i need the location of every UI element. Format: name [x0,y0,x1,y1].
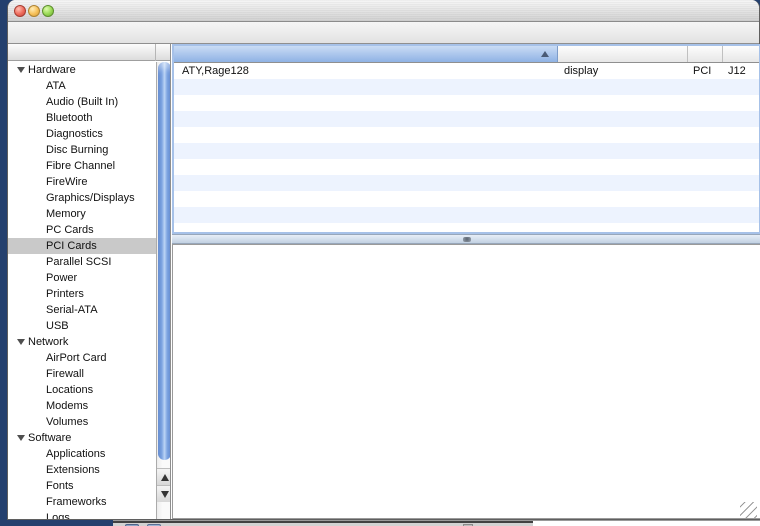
sidebar-item[interactable]: Serial-ATA [8,302,156,318]
scroll-up-button[interactable] [157,468,171,485]
sidebar-item-label: Applications [46,446,105,462]
column-header-slot[interactable] [723,46,759,62]
window-title [8,0,759,22]
table-row[interactable]: ATY,Rage128 display PCI J12 [174,63,759,79]
system-profiler-window: Hardware ATA Audio (Built In) Bluetooth … [7,0,760,520]
sidebar-item[interactable]: Volumes [8,414,156,430]
sidebar-item-label: Modems [46,398,88,414]
table-body: ATY,Rage128 display PCI J12 [174,63,759,232]
pci-cards-table: ATY,Rage128 display PCI J12 [172,44,760,234]
sidebar-item-label: Bluetooth [46,110,92,126]
sidebar-item[interactable]: Extensions [8,462,156,478]
sidebar-item-label: FireWire [46,174,88,190]
sidebar-item[interactable]: Graphics/Displays [8,190,156,206]
sidebar-item-label: Hardware [28,62,76,78]
sidebar-item[interactable]: Applications [8,446,156,462]
arrow-down-icon [161,491,169,498]
sidebar-item-label: Locations [46,382,93,398]
sidebar-item-label: AirPort Card [46,350,107,366]
column-header-card[interactable] [174,46,558,62]
sidebar-item[interactable]: ATA [8,78,156,94]
sort-ascending-icon [541,51,549,57]
sidebar-item[interactable]: Fibre Channel [8,158,156,174]
sidebar-item[interactable]: Audio (Built In) [8,94,156,110]
scroll-down-button[interactable] [157,485,171,502]
sidebar-item-label: Firewall [46,366,84,382]
sidebar-item-label: USB [46,318,69,334]
sidebar-scrollbar-thumb[interactable] [158,62,171,460]
window-resize-grip[interactable] [740,502,757,518]
sidebar-item-label: ATA [46,78,66,94]
sidebar-item[interactable]: Fonts [8,478,156,494]
sidebar-item-label: Software [28,430,71,446]
sidebar-item-label: Disc Burning [46,142,108,158]
sidebar-item[interactable]: Bluetooth [8,110,156,126]
sidebar-item[interactable]: FireWire [8,174,156,190]
desktop-background-left [0,0,7,526]
sidebar-item[interactable]: Disc Burning [8,142,156,158]
column-header-type[interactable] [558,46,688,62]
sidebar-item[interactable]: Parallel SCSI [8,254,156,270]
contents-header[interactable] [8,44,171,61]
sidebar-item[interactable]: Locations [8,382,156,398]
table-header-row [174,46,759,63]
sidebar-item-label: Frameworks [46,494,107,510]
column-header-bus[interactable] [688,46,723,62]
sidebar-item-label: Network [28,334,68,350]
sidebar-item[interactable]: Software [8,430,156,446]
sidebar-item[interactable]: Power [8,270,156,286]
sidebar-item-label: Audio (Built In) [46,94,118,110]
sidebar-item-label: Serial-ATA [46,302,98,318]
sidebar-item[interactable]: Frameworks [8,494,156,510]
sidebar-item-label: PCI Cards [46,238,97,254]
sidebar-item-label: Power [46,270,77,286]
sidebar-item[interactable]: Firewall [8,366,156,382]
horizontal-splitter[interactable] [172,234,760,244]
sidebar-item-label: Memory [46,206,86,222]
report-infobar [8,22,759,44]
sidebar-item[interactable]: Network [8,334,156,350]
details-pane [172,244,760,519]
sidebar-item-label: Fonts [46,478,74,494]
splitter-grabber-icon[interactable] [463,237,471,242]
disclosure-triangle-icon[interactable] [17,67,25,73]
contents-sidebar: Hardware ATA Audio (Built In) Bluetooth … [8,44,171,519]
sidebar-item-label: Volumes [46,414,88,430]
contents-header-separator [155,44,156,61]
disclosure-triangle-icon[interactable] [17,339,25,345]
sidebar-item-label: Graphics/Displays [46,190,135,206]
cell-card: ATY,Rage128 [182,63,554,79]
sidebar-item-label: Diagnostics [46,126,103,142]
sidebar-item[interactable]: PC Cards [8,222,156,238]
sidebar-item[interactable]: Hardware [8,62,156,78]
sidebar-item[interactable]: Memory [8,206,156,222]
arrow-up-icon [161,474,169,481]
sidebar-scrollbar[interactable] [156,62,171,519]
sidebar-item-label: PC Cards [46,222,94,238]
background-window-strip [0,520,760,526]
sidebar-item-label: Logs [46,510,70,519]
sidebar-item-label: Fibre Channel [46,158,115,174]
sidebar-item[interactable]: Diagnostics [8,126,156,142]
sidebar-item-label: Parallel SCSI [46,254,111,270]
sidebar-item-label: Extensions [46,462,100,478]
cell-type: display [564,63,686,79]
disclosure-triangle-icon[interactable] [17,435,25,441]
window-titlebar[interactable] [8,0,759,22]
sidebar-item-label: Printers [46,286,84,302]
sidebar-item[interactable]: PCI Cards [8,238,156,254]
cell-slot: J12 [728,63,758,79]
background-window-bar[interactable] [113,521,533,526]
sidebar-item[interactable]: Modems [8,398,156,414]
sidebar-item[interactable]: AirPort Card [8,350,156,366]
cell-bus: PCI [693,63,723,79]
sidebar-item[interactable]: Printers [8,286,156,302]
contents-tree: Hardware ATA Audio (Built In) Bluetooth … [8,62,156,519]
sidebar-item[interactable]: Logs [8,510,156,519]
background-finder-window[interactable] [113,520,760,526]
sidebar-item[interactable]: USB [8,318,156,334]
